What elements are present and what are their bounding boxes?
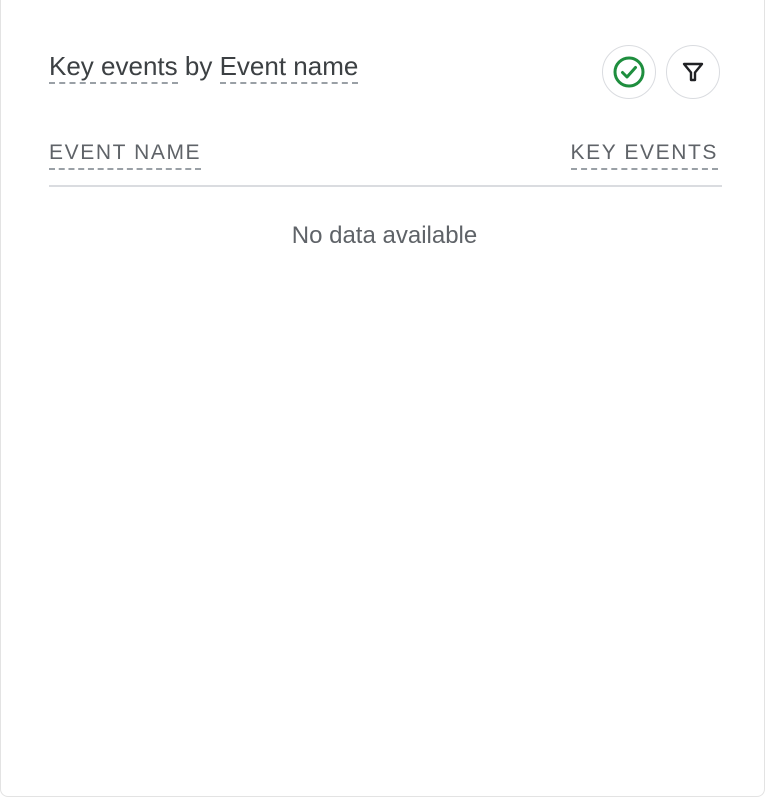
card-title: Key events by Event name bbox=[49, 50, 359, 84]
key-events-card: Key events by Event name EVENT NAME KEY … bbox=[0, 0, 765, 797]
empty-state-message: No data available bbox=[291, 222, 478, 249]
column-header-key-events[interactable]: KEY EVENTS bbox=[570, 139, 718, 170]
title-connector: by bbox=[184, 51, 213, 81]
dimension-selector[interactable]: Event name bbox=[219, 51, 359, 84]
metric-selector[interactable]: Key events bbox=[49, 51, 178, 84]
header-divider bbox=[49, 185, 722, 187]
column-header-event-name[interactable]: EVENT NAME bbox=[49, 139, 202, 170]
check-circle-icon bbox=[613, 56, 645, 88]
filter-icon bbox=[682, 62, 704, 82]
data-quality-button[interactable] bbox=[602, 45, 656, 99]
filter-button[interactable] bbox=[666, 45, 720, 99]
